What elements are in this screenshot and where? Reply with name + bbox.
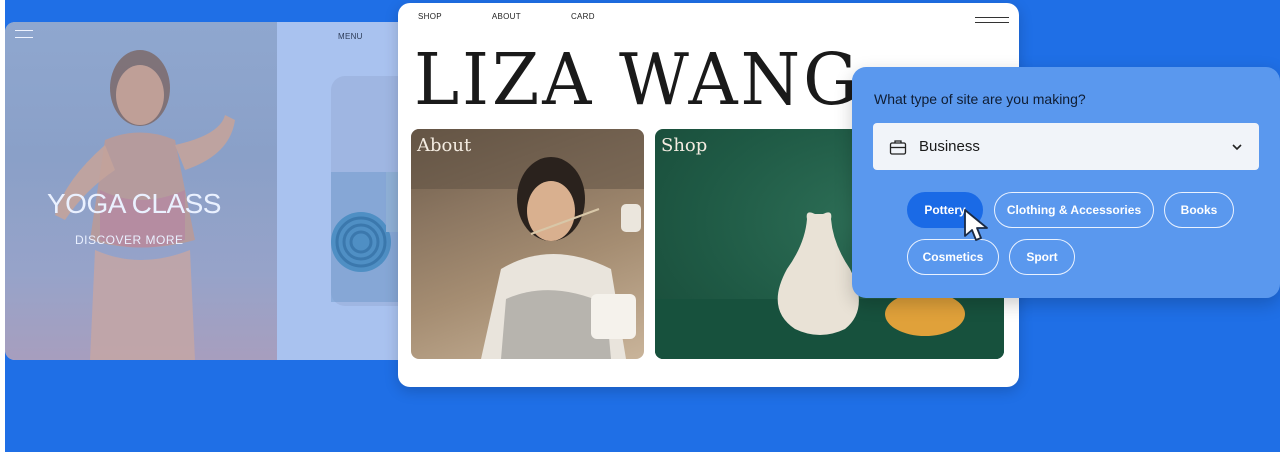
site-nav: SHOP ABOUT CARD <box>418 12 595 21</box>
nav-card[interactable]: CARD <box>571 12 595 21</box>
nav-shop[interactable]: SHOP <box>418 12 442 21</box>
hamburger-icon[interactable] <box>15 30 33 38</box>
shop-label: Shop <box>661 135 708 156</box>
chip-clothing-accessories[interactable]: Clothing & Accessories <box>994 192 1154 228</box>
chip-books[interactable]: Books <box>1164 192 1234 228</box>
site-type-dropdown[interactable]: Business <box>873 123 1259 170</box>
chip-sport[interactable]: Sport <box>1009 239 1075 275</box>
hero-background: MENU YOGA CLASS DISCOVER MORE SHOP ABOUT… <box>5 0 1280 452</box>
nav-about[interactable]: ABOUT <box>492 12 521 21</box>
briefcase-icon <box>889 139 907 155</box>
chevron-down-icon[interactable] <box>1231 141 1243 153</box>
artist-photo-image <box>411 129 644 359</box>
site-type-question: What type of site are you making? <box>874 91 1086 107</box>
yoga-template-card[interactable]: MENU YOGA CLASS DISCOVER MORE <box>5 22 425 360</box>
dropdown-value: Business <box>919 138 980 155</box>
yoga-mat-image <box>331 172 401 302</box>
hamburger-icon[interactable] <box>975 17 1009 23</box>
about-label: About <box>417 135 472 156</box>
chip-cosmetics[interactable]: Cosmetics <box>907 239 999 275</box>
mouse-cursor-icon <box>964 209 988 241</box>
site-type-panel: What type of site are you making? Busine… <box>852 67 1280 298</box>
yoga-title: YOGA CLASS <box>47 188 221 219</box>
site-title: LIZA WANG <box>414 39 861 122</box>
about-photo[interactable]: About <box>411 129 644 359</box>
yoga-discover-link[interactable]: DISCOVER MORE <box>75 233 184 247</box>
yoga-menu-link[interactable]: MENU <box>338 32 363 41</box>
